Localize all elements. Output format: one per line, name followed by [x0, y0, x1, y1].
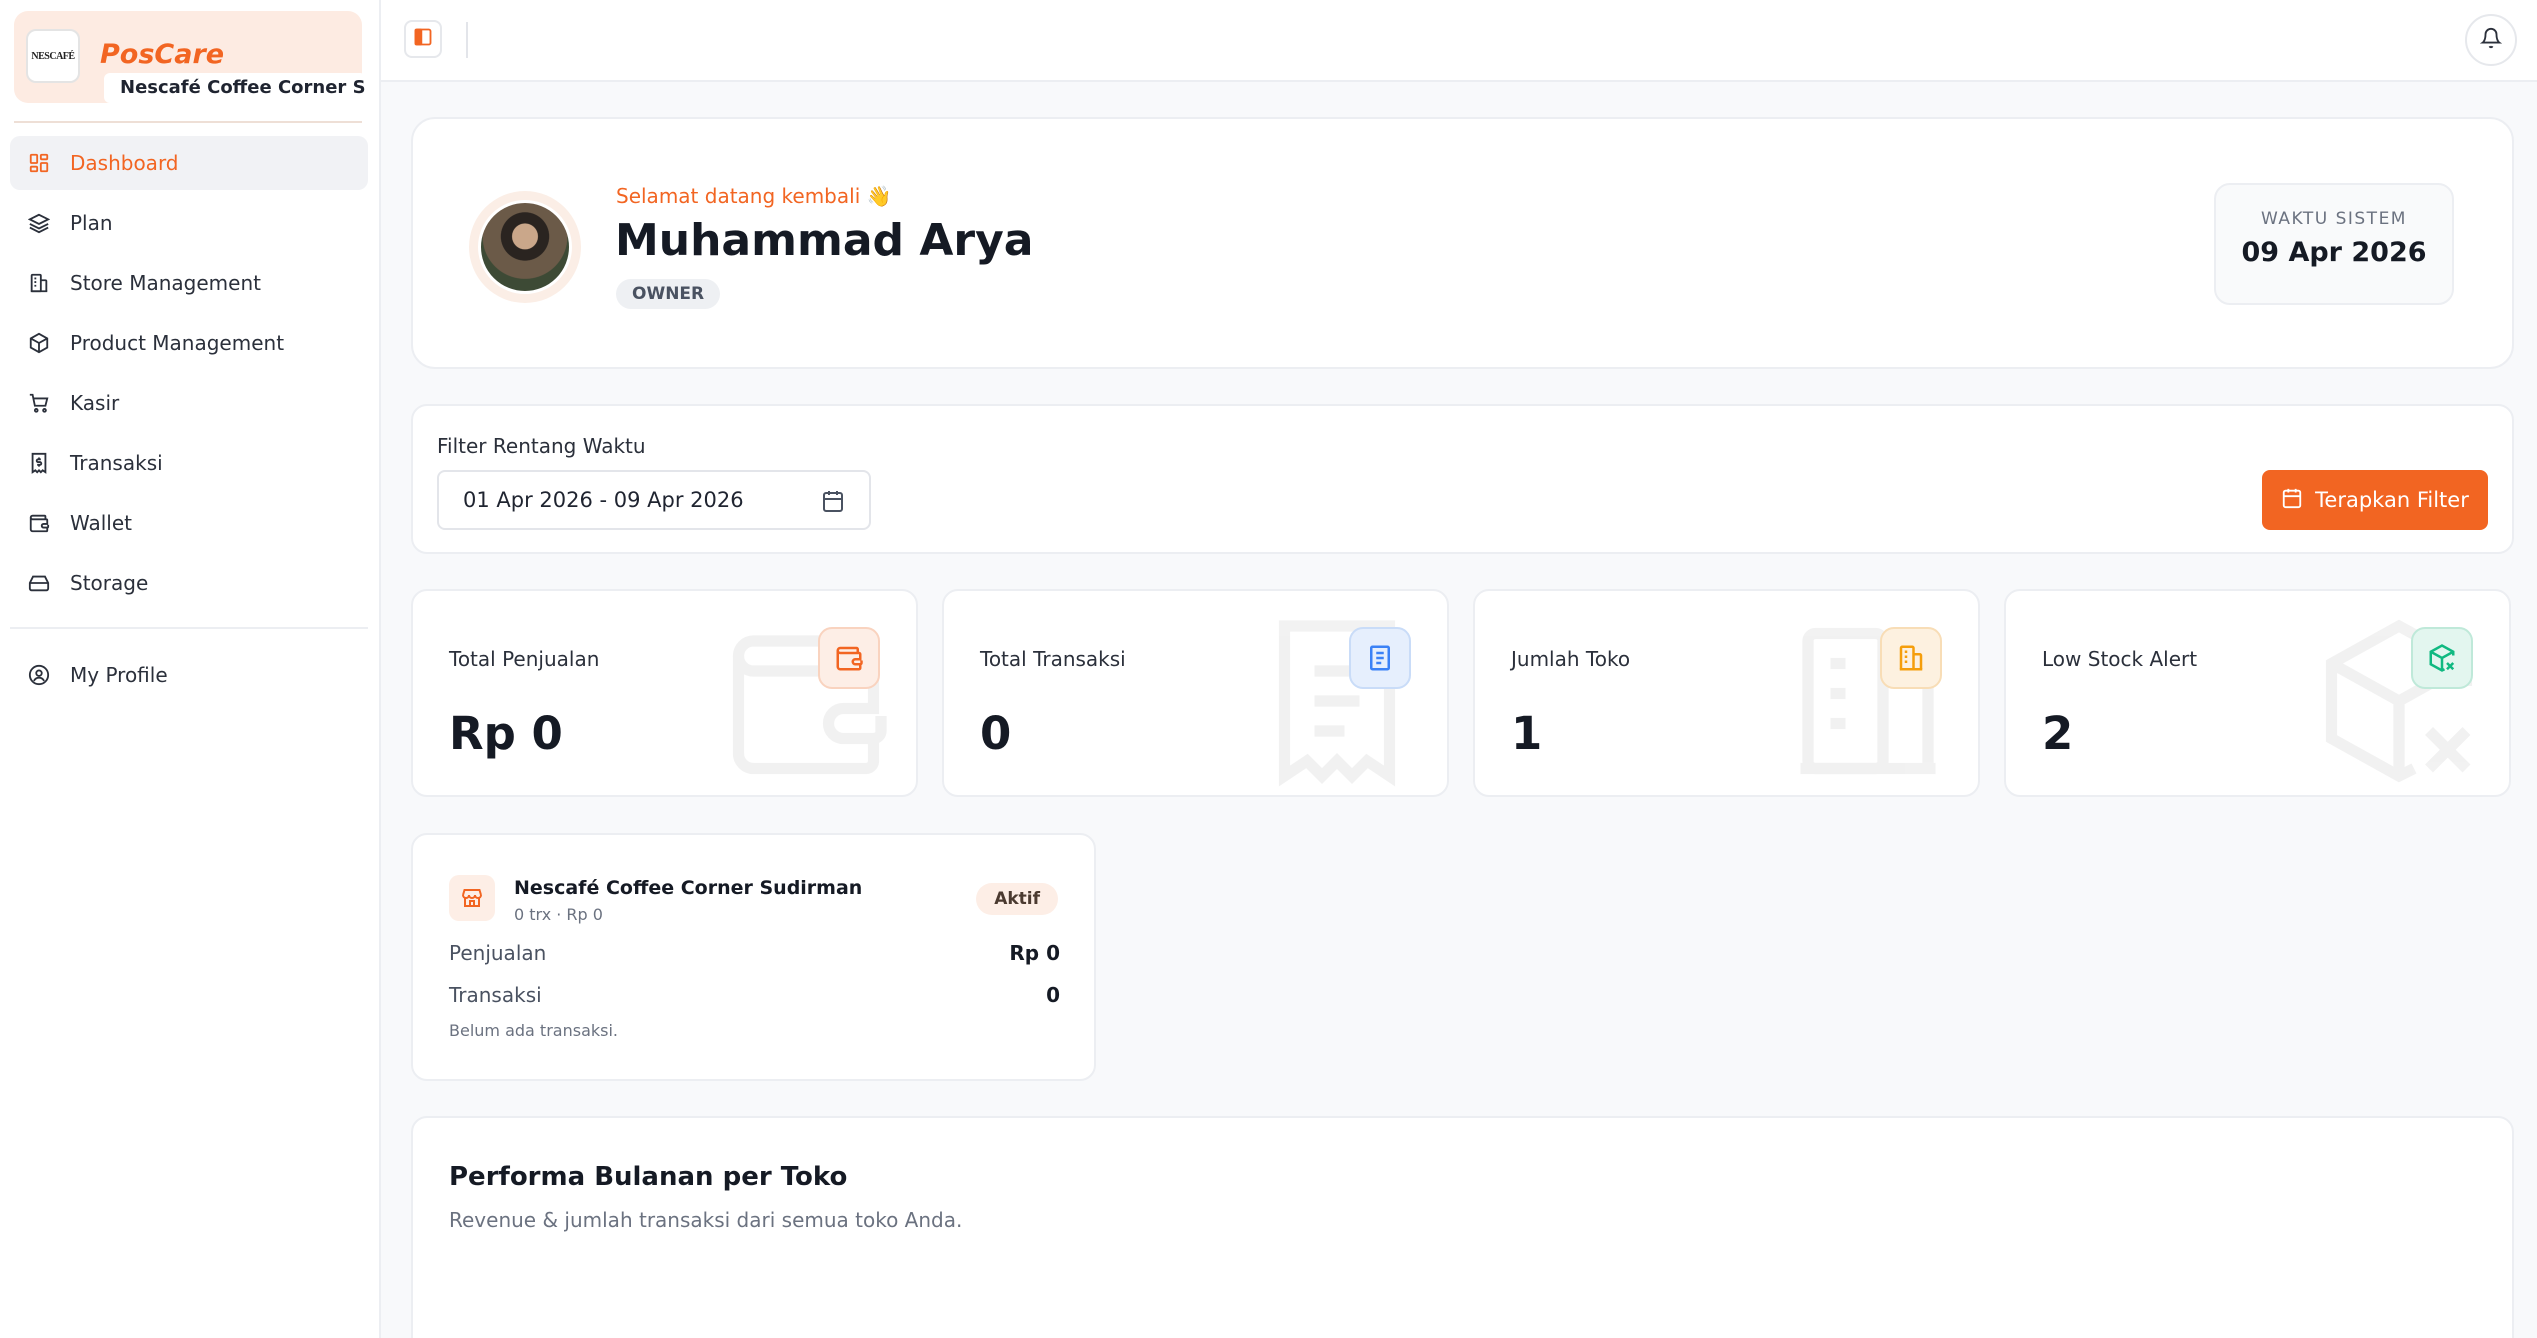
performance-card: Performa Bulanan per Toko Revenue & juml… — [411, 1116, 2514, 1338]
sidebar-item-my-profile[interactable]: My Profile — [10, 648, 368, 702]
sales-label: Penjualan — [449, 941, 547, 965]
storage-icon — [28, 572, 50, 594]
stat-card-total-transaksi: Total Transaksi 0 — [942, 589, 1449, 797]
system-time-value: 09 Apr 2026 — [2241, 237, 2427, 268]
filter-card: Filter Rentang Waktu 01 Apr 2026 - 09 Ap… — [411, 404, 2514, 554]
apply-filter-button[interactable]: Terapkan Filter — [2262, 470, 2488, 530]
sidebar-item-kasir[interactable]: Kasir — [10, 376, 368, 430]
transactions-value: 0 — [1046, 983, 1060, 1007]
sales-value: Rp 0 — [1009, 941, 1060, 965]
stat-title: Total Penjualan — [449, 647, 600, 671]
store-transactions-row: Transaksi 0 — [449, 983, 1060, 1007]
profile-nav: My Profile — [10, 648, 368, 708]
sidebar-item-label: Dashboard — [70, 151, 179, 175]
store-summary: 0 trx · Rp 0 — [514, 905, 603, 924]
main-nav: Dashboard Plan Store Management Product … — [10, 136, 368, 616]
avatar — [469, 191, 581, 303]
store-name: Nescafé Coffee Corner Sudirman — [514, 877, 863, 899]
stat-card-jumlah-toko: Jumlah Toko 1 — [1473, 589, 1980, 797]
stat-title: Jumlah Toko — [1511, 647, 1631, 671]
stat-value: Rp 0 — [449, 707, 563, 760]
stat-value: 1 — [1511, 707, 1543, 760]
system-time-box: WAKTU SISTEM 09 Apr 2026 — [2214, 183, 2454, 305]
topbar — [381, 0, 2537, 82]
calendar-icon — [821, 489, 845, 513]
sidebar-item-label: My Profile — [70, 663, 168, 687]
user-circle-icon — [28, 664, 50, 686]
notifications-button[interactable] — [2465, 14, 2517, 66]
filter-label: Filter Rentang Waktu — [437, 434, 646, 458]
receipt-icon — [1349, 627, 1411, 689]
greeting-text: Selamat datang kembali 👋 — [616, 184, 892, 208]
welcome-card: Selamat datang kembali 👋 Muhammad Arya O… — [411, 117, 2514, 369]
store-card[interactable]: Nescafé Coffee Corner Sudirman 0 trx · R… — [411, 833, 1096, 1081]
divider — [14, 121, 362, 123]
sidebar-toggle-button[interactable] — [404, 20, 442, 58]
sidebar-item-label: Transaksi — [70, 451, 163, 475]
status-badge: Aktif — [976, 883, 1058, 915]
calendar-icon — [2281, 487, 2315, 514]
receipt-icon — [28, 452, 50, 474]
stat-value: 0 — [980, 707, 1012, 760]
app-name: PosCare — [100, 39, 225, 70]
dashboard-icon — [28, 152, 50, 174]
system-time-label: WAKTU SISTEM — [2261, 209, 2407, 229]
user-name: Muhammad Arya — [615, 215, 1034, 266]
sidebar-item-label: Storage — [70, 571, 149, 595]
wallet-icon — [818, 627, 880, 689]
store-sales-row: Penjualan Rp 0 — [449, 941, 1060, 965]
sidebar-item-label: Product Management — [70, 331, 285, 355]
date-range-value: 01 Apr 2026 - 09 Apr 2026 — [463, 488, 744, 512]
empty-transactions-note: Belum ada transaksi. — [449, 1021, 618, 1040]
wallet-icon — [28, 512, 50, 534]
sidebar-item-product-management[interactable]: Product Management — [10, 316, 368, 370]
transactions-label: Transaksi — [449, 983, 542, 1007]
sidebar-item-transaksi[interactable]: Transaksi — [10, 436, 368, 490]
performance-subtitle: Revenue & jumlah transaksi dari semua to… — [449, 1208, 963, 1232]
sidebar-item-storage[interactable]: Storage — [10, 556, 368, 610]
brand-header[interactable]: NESCAFÉ PosCare Nescafé Coffee Corner Su… — [14, 11, 366, 103]
building-icon — [1880, 627, 1942, 689]
sidebar-item-label: Wallet — [70, 511, 133, 535]
current-store-name: Nescafé Coffee Corner Sud... — [104, 73, 366, 103]
apply-filter-label: Terapkan Filter — [2315, 488, 2469, 512]
panel-left-icon — [413, 27, 433, 51]
divider — [466, 22, 468, 58]
building-icon — [28, 272, 50, 294]
store-icon — [449, 875, 495, 921]
stat-title: Low Stock Alert — [2042, 647, 2198, 671]
sidebar-item-label: Plan — [70, 211, 113, 235]
stat-card-total-penjualan: Total Penjualan Rp 0 — [411, 589, 918, 797]
stat-card-low-stock-alert: Low Stock Alert 2 — [2004, 589, 2511, 797]
package-icon — [28, 332, 50, 354]
sidebar-item-label: Kasir — [70, 391, 120, 415]
bell-icon — [2479, 27, 2503, 53]
stat-value: 2 — [2042, 707, 2074, 760]
sidebar-item-wallet[interactable]: Wallet — [10, 496, 368, 550]
sidebar-item-store-management[interactable]: Store Management — [10, 256, 368, 310]
cart-icon — [28, 392, 50, 414]
performance-title: Performa Bulanan per Toko — [449, 1162, 848, 1192]
avatar-photo — [478, 200, 572, 294]
sidebar-item-label: Store Management — [70, 271, 261, 295]
sidebar-item-dashboard[interactable]: Dashboard — [10, 136, 368, 190]
package-x-icon — [2411, 627, 2473, 689]
nescafe-logo: NESCAFÉ — [26, 29, 80, 83]
date-range-input[interactable]: 01 Apr 2026 - 09 Apr 2026 — [437, 470, 871, 530]
sidebar: NESCAFÉ PosCare Nescafé Coffee Corner Su… — [0, 0, 381, 1338]
sidebar-item-plan[interactable]: Plan — [10, 196, 368, 250]
layers-icon — [28, 212, 50, 234]
role-badge: OWNER — [616, 279, 721, 309]
stat-title: Total Transaksi — [980, 647, 1126, 671]
divider — [10, 627, 368, 629]
